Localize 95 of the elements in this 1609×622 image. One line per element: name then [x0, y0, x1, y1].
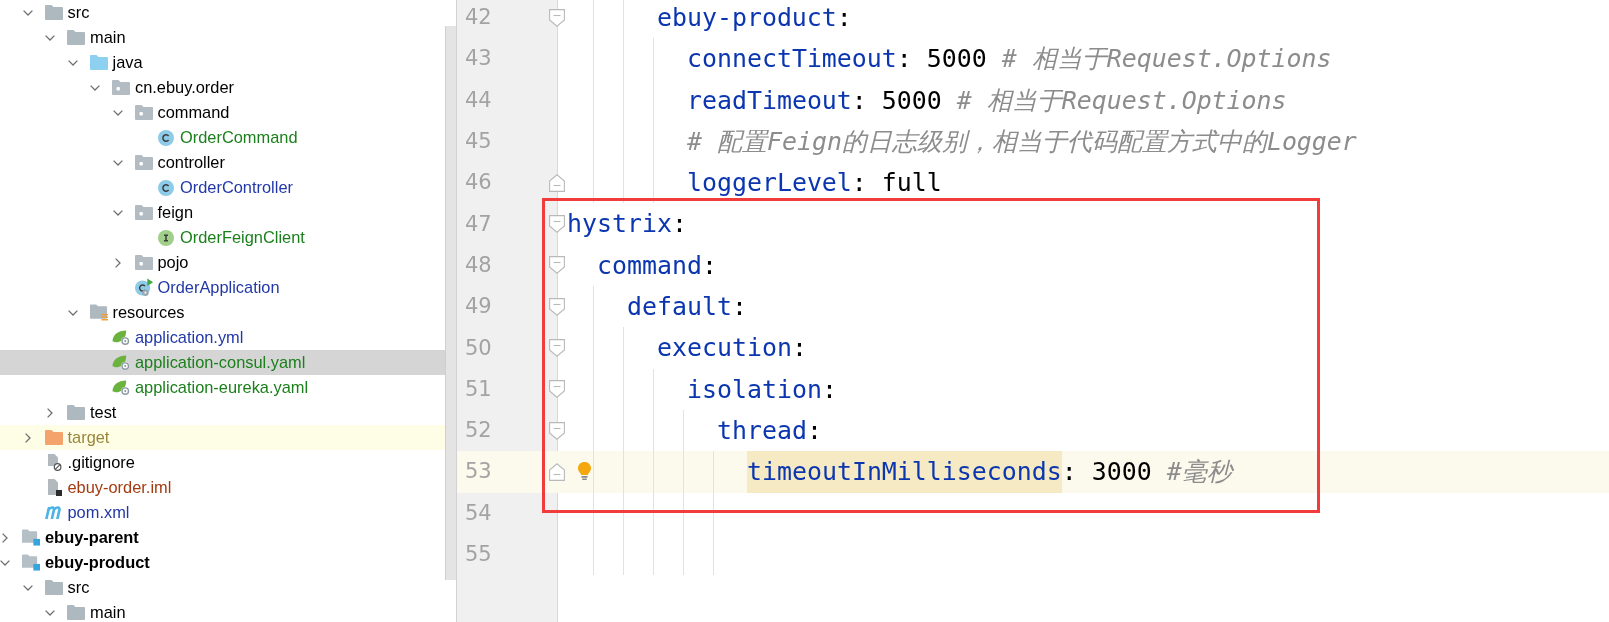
line-number: 44 — [465, 89, 492, 111]
folder-icon — [67, 405, 85, 420]
c-disc-play-icon — [134, 278, 153, 297]
line-number: 45 — [465, 131, 492, 153]
tree-item[interactable]: java — [0, 50, 445, 75]
i-disc-icon — [158, 229, 174, 246]
folder-icon — [44, 580, 63, 595]
chevron-down-icon[interactable] — [112, 209, 123, 216]
line-number: 42 — [465, 7, 492, 29]
folder-icon — [67, 605, 85, 620]
folder-icon — [44, 430, 63, 445]
tree-item[interactable]: ebuy-parent — [0, 525, 445, 550]
fold-marker-icon[interactable] — [549, 462, 565, 481]
chevron-down-icon[interactable] — [112, 159, 123, 166]
tree-item[interactable]: pom.xml — [0, 500, 445, 525]
code-text: command: — [597, 249, 717, 282]
tree-item[interactable]: ebuy-product — [0, 550, 445, 575]
tree-item[interactable]: controller — [0, 150, 445, 175]
line-number: 52 — [465, 420, 492, 442]
tree-item[interactable]: .gitignore — [0, 450, 445, 475]
c-disc-icon — [158, 179, 174, 196]
leaf-gear-icon — [112, 329, 130, 346]
c-disc-icon — [158, 129, 174, 146]
fold-marker-icon[interactable] — [549, 380, 565, 399]
lightbulb-icon[interactable] — [578, 462, 591, 480]
tree-item[interactable]: OrderApplication — [0, 275, 445, 300]
chevron-down-icon[interactable] — [0, 559, 10, 566]
tree-item[interactable]: application-consul.yaml — [0, 350, 445, 375]
tree-item[interactable]: application-eureka.yaml — [0, 375, 445, 400]
folder-lines-icon — [89, 304, 108, 321]
line-number: 50 — [465, 337, 492, 359]
tree-item[interactable]: OrderCommand — [0, 125, 445, 150]
code-text: execution: — [657, 332, 807, 365]
chevron-down-icon[interactable] — [22, 9, 33, 16]
tree-item[interactable]: feign — [0, 200, 445, 225]
line-number: 46 — [465, 172, 492, 194]
fold-marker-icon[interactable] — [549, 256, 565, 275]
chevron-down-icon[interactable] — [112, 109, 123, 116]
tree-item[interactable]: src — [0, 0, 445, 25]
line-number: 43 — [465, 48, 492, 70]
code-text: readTimeout: 5000 # 相当于Request.Options — [687, 84, 1287, 117]
code-text: timeoutInMilliseconds: 3000 #毫秒 — [747, 451, 1232, 493]
code-text: # 配置Feign的日志级别，相当于代码配置方式中的Logger — [687, 125, 1357, 158]
chevron-right-icon[interactable] — [24, 432, 31, 443]
leaf-gear-icon — [112, 354, 130, 371]
chevron-down-icon[interactable] — [22, 584, 33, 591]
file-square-icon — [45, 479, 62, 496]
fold-marker-icon[interactable] — [549, 421, 565, 440]
code-text: isolation: — [687, 373, 837, 406]
tree-item[interactable]: pojo — [0, 250, 445, 275]
line-number: 54 — [465, 502, 492, 524]
tree-item[interactable]: main — [0, 25, 445, 50]
chevron-down-icon[interactable] — [45, 609, 55, 616]
tree-item[interactable]: application.yml — [0, 325, 445, 350]
line-number: 47 — [465, 213, 492, 235]
scrollbar-thumb[interactable] — [445, 26, 456, 580]
fold-marker-icon[interactable] — [549, 215, 565, 234]
fold-marker-icon[interactable] — [549, 173, 565, 192]
tree-item[interactable]: command — [0, 100, 445, 125]
code-text: default: — [627, 291, 747, 324]
line-number: 48 — [465, 254, 492, 276]
chevron-right-icon[interactable] — [47, 407, 53, 418]
line-number: 55 — [465, 544, 492, 565]
leaf-gear-icon — [112, 379, 130, 396]
code-text: hystrix: — [567, 208, 687, 241]
chevron-down-icon[interactable] — [67, 59, 78, 66]
tree-item[interactable]: main — [0, 600, 445, 622]
tree-item[interactable]: src — [0, 575, 445, 600]
code-text: ebuy-product: — [657, 2, 852, 34]
fold-marker-icon[interactable] — [549, 339, 565, 357]
line-number: 53 — [465, 461, 492, 483]
code-text: loggerLevel: full — [687, 167, 942, 200]
fold-marker-icon[interactable] — [549, 8, 565, 27]
folder-icon — [67, 30, 85, 45]
code-text: connectTimeout: 5000 # 相当于Request.Options — [687, 43, 1332, 76]
tree-item[interactable]: OrderController — [0, 175, 445, 200]
line-number: 49 — [465, 296, 492, 318]
file-blocked-icon — [45, 454, 62, 471]
tree-item[interactable]: OrderFeignClient — [0, 225, 445, 250]
code-text: thread: — [717, 414, 822, 447]
folder-icon — [89, 55, 108, 70]
tree-item[interactable]: cn.ebuy.order — [0, 75, 445, 100]
folder-icon — [44, 5, 63, 20]
tree-item[interactable]: ebuy-order.iml — [0, 475, 445, 500]
m-icon — [44, 506, 63, 519]
tree-item[interactable]: target — [0, 425, 445, 450]
line-number: 51 — [465, 378, 492, 400]
tree-item[interactable]: resources — [0, 300, 445, 325]
chevron-down-icon[interactable] — [67, 309, 78, 316]
fold-marker-icon[interactable] — [549, 297, 565, 316]
chevron-down-icon[interactable] — [90, 84, 100, 91]
tree-item[interactable]: test — [0, 400, 445, 425]
chevron-right-icon[interactable] — [114, 257, 121, 268]
chevron-right-icon[interactable] — [2, 532, 8, 543]
chevron-down-icon[interactable] — [45, 34, 55, 41]
